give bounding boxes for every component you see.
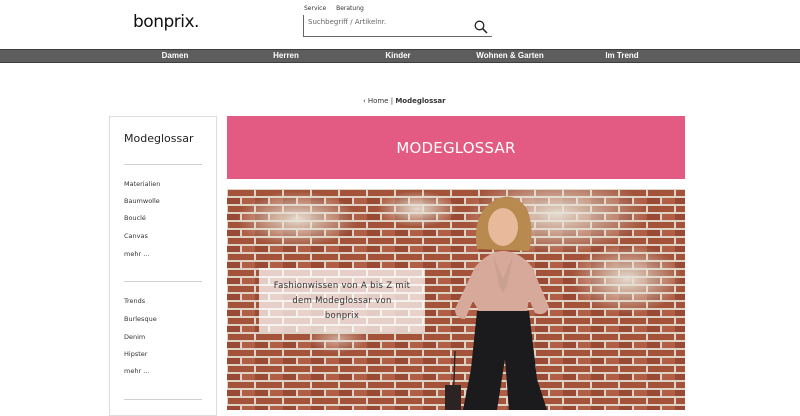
nav-item-kinder[interactable]: Kinder (385, 51, 410, 60)
sidebar-item-canvas[interactable]: Canvas (124, 232, 148, 240)
breadcrumb: ‹ Home | Modeglossar (363, 97, 446, 105)
page-title: MODEGLOSSAR (396, 138, 516, 157)
beratung-link[interactable]: Beratung (336, 5, 364, 12)
sidebar-item-materialien[interactable]: Materialien (124, 180, 160, 188)
sidebar-item-burlesque[interactable]: Burlesque (124, 315, 157, 323)
sidebar-item-baumwolle[interactable]: Baumwolle (124, 197, 160, 205)
nav-item-wohnen-garten[interactable]: Wohnen & Garten (476, 51, 543, 60)
search-icon[interactable] (474, 19, 488, 34)
hero-text-line: dem Modeglossar von (292, 296, 392, 306)
breadcrumb-home[interactable]: Home (368, 97, 389, 105)
page-title-banner: MODEGLOSSAR (227, 116, 685, 179)
sidebar-title: Modeglossar (124, 132, 194, 145)
main-navigation: Damen Herren Kinder Wohnen & Garten Im T… (0, 49, 800, 63)
sidebar-item-hipster[interactable]: Hipster (124, 350, 147, 358)
sidebar-item-boucle[interactable]: Bouclé (124, 214, 146, 222)
nav-item-damen[interactable]: Damen (162, 51, 189, 60)
sidebar-item-trends[interactable]: Trends (124, 297, 145, 305)
hero-text-box: Fashionwissen von A bis Z mit dem Modegl… (259, 268, 425, 332)
nav-item-herren[interactable]: Herren (273, 51, 299, 60)
chevron-left-icon: ‹ (363, 97, 366, 105)
sidebar-item-denim[interactable]: Denim (124, 333, 145, 341)
bonprix-logo[interactable]: bonprix. (133, 12, 199, 32)
sidebar-item-mehr[interactable]: mehr ... (124, 250, 149, 258)
hero-text-line: Fashionwissen von A bis Z mit (273, 281, 411, 291)
breadcrumb-separator: | (390, 97, 394, 105)
sidebar-divider (124, 281, 202, 282)
search-bar (303, 15, 492, 37)
nav-item-im-trend[interactable]: Im Trend (605, 51, 638, 60)
hero-text-line: bonprix (324, 311, 360, 321)
glossary-sidebar: Modeglossar Materialien Baumwolle Bouclé… (109, 116, 217, 416)
sidebar-item-mehr-trends[interactable]: mehr ... (124, 367, 149, 375)
search-input[interactable] (308, 15, 458, 29)
service-links: Service Beratung (304, 5, 372, 12)
sidebar-divider (124, 399, 202, 400)
service-link[interactable]: Service (304, 5, 326, 12)
breadcrumb-current: Modeglossar (395, 97, 446, 105)
sidebar-divider (124, 164, 202, 165)
